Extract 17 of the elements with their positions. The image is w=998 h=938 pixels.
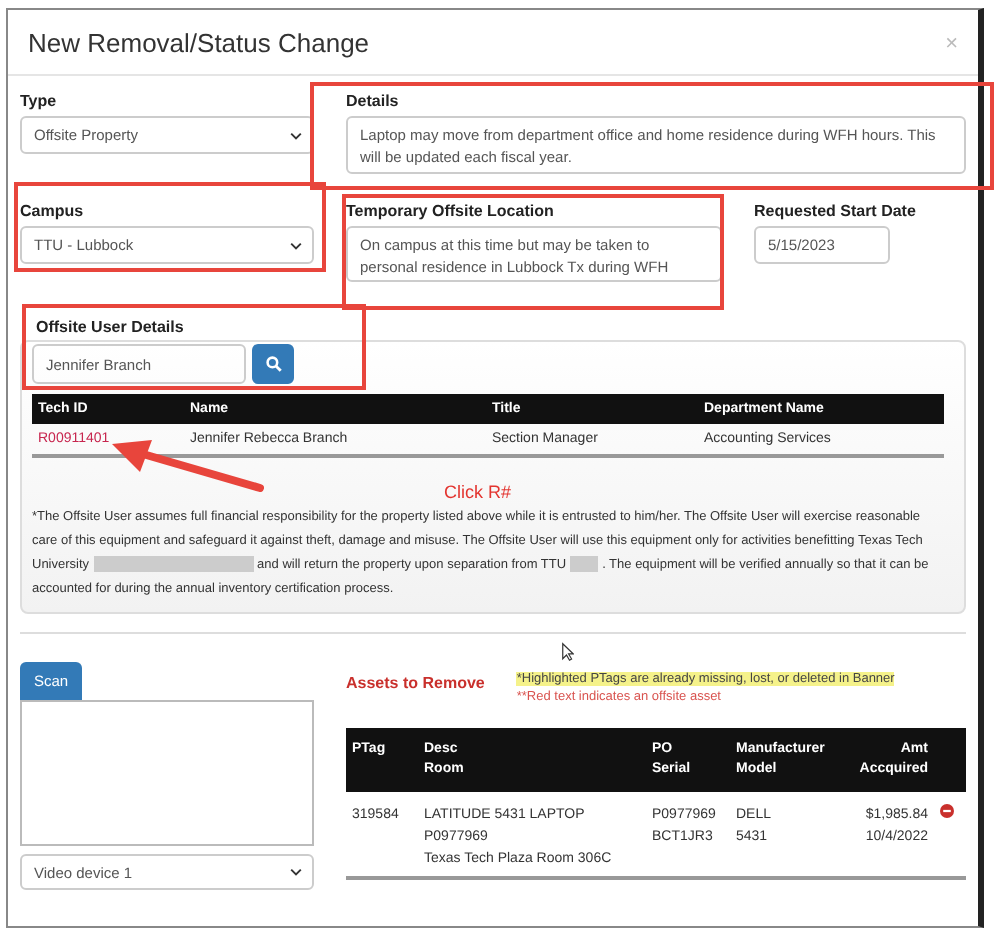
search-button[interactable] xyxy=(252,344,294,384)
field-label: Offsite User Details xyxy=(36,318,186,336)
window-title: New Removal/Status Change xyxy=(28,28,370,58)
field-label: Campus xyxy=(20,202,84,220)
chevron-icon xyxy=(290,868,302,876)
field-label: Type xyxy=(20,92,57,110)
field-label: Requested Start Date xyxy=(754,202,916,220)
callout-text: Click R# xyxy=(444,482,512,502)
remove-icon[interactable] xyxy=(940,804,954,818)
cursor-icon xyxy=(562,642,574,662)
field-label: Details xyxy=(346,92,399,110)
search-icon xyxy=(265,356,281,372)
header-cell xyxy=(934,728,966,792)
section-heading: Assets to Remove xyxy=(346,674,485,692)
field-label: Temporary Offsite Location xyxy=(346,202,554,220)
chevron-icon xyxy=(290,131,302,139)
chevron-icon xyxy=(290,241,302,249)
